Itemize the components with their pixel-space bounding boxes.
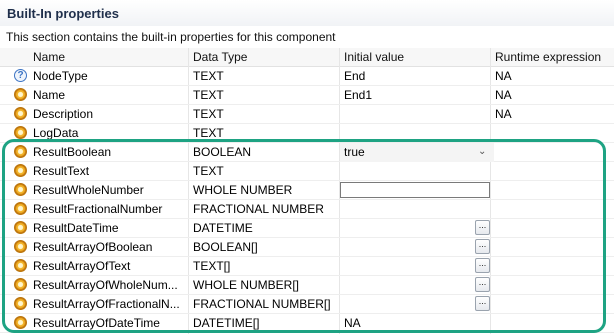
table-row[interactable]: ResultDateTime DATETIME ... xyxy=(0,219,614,238)
gear-icon xyxy=(14,316,27,329)
section-description-text: This section contains the built-in prope… xyxy=(6,30,336,44)
table-row[interactable]: ? NodeType TEXT End NA xyxy=(0,67,614,86)
property-name: ResultText xyxy=(33,164,90,178)
initial-value-dropdown[interactable]: true ⌄ xyxy=(340,143,494,162)
property-type: TEXT xyxy=(193,126,224,140)
table-row[interactable]: LogData TEXT xyxy=(0,124,614,143)
property-name: Description xyxy=(33,107,94,121)
column-header-runtime-expression[interactable]: Runtime expression xyxy=(495,50,601,64)
table-row[interactable]: Description TEXT NA xyxy=(0,105,614,124)
property-type: WHOLE NUMBER[] xyxy=(193,278,300,292)
property-runtime-expression[interactable]: NA xyxy=(495,69,605,83)
column-header-name[interactable]: Name xyxy=(33,50,65,64)
table-row[interactable]: ResultBoolean BOOLEAN true ⌄ xyxy=(0,143,614,162)
gear-icon xyxy=(14,126,27,139)
property-runtime-expression[interactable]: NA xyxy=(495,107,605,121)
property-name: ResultBoolean xyxy=(33,145,112,159)
table-row[interactable]: ResultText TEXT xyxy=(0,162,614,181)
property-name: ResultArrayOfDateTime xyxy=(33,316,160,330)
section-title: Built-In properties xyxy=(0,0,614,26)
gear-icon xyxy=(14,240,27,253)
property-name: ResultArrayOfBoolean xyxy=(33,240,153,254)
gear-icon xyxy=(14,221,27,234)
property-type: FRACTIONAL NUMBER xyxy=(193,202,324,216)
property-name: Name xyxy=(33,88,66,102)
gear-icon xyxy=(14,183,27,196)
gear-icon xyxy=(14,259,27,272)
property-name: LogData xyxy=(33,126,79,140)
property-type: BOOLEAN[] xyxy=(193,240,258,254)
ellipsis-button[interactable]: ... xyxy=(475,277,490,292)
property-name: ResultArrayOfWholeNum... xyxy=(33,278,178,292)
property-type: TEXT xyxy=(193,88,224,102)
gear-icon xyxy=(14,145,27,158)
gear-icon xyxy=(14,278,27,291)
gear-icon xyxy=(14,88,27,101)
property-name: ResultWholeNumber xyxy=(33,183,144,197)
table-row[interactable]: ResultArrayOfFractionalN... FRACTIONAL N… xyxy=(0,295,614,314)
property-type: WHOLE NUMBER xyxy=(193,183,293,197)
table-row[interactable]: Name TEXT End1 NA xyxy=(0,86,614,105)
column-header-data-type[interactable]: Data Type xyxy=(193,50,247,64)
property-name: ResultDateTime xyxy=(33,221,119,235)
property-type: TEXT[] xyxy=(193,259,231,273)
help-icon: ? xyxy=(14,69,27,82)
initial-value-input[interactable] xyxy=(340,182,490,198)
properties-table: Name Data Type Initial value Runtime exp… xyxy=(0,48,614,334)
section-description[interactable]: This section contains the built-in prope… xyxy=(0,28,614,46)
property-type: TEXT xyxy=(193,164,224,178)
property-type: TEXT xyxy=(193,69,224,83)
table-row[interactable]: ResultArrayOfText TEXT[] ... xyxy=(0,257,614,276)
property-type: BOOLEAN xyxy=(193,145,252,159)
table-row[interactable]: ResultFractionalNumber FRACTIONAL NUMBER xyxy=(0,200,614,219)
property-type: DATETIME[] xyxy=(193,316,260,330)
property-type: TEXT xyxy=(193,107,224,121)
property-type: DATETIME xyxy=(193,221,253,235)
property-name: NodeType xyxy=(33,69,88,83)
table-row[interactable]: ResultArrayOfDateTime DATETIME[] NA xyxy=(0,314,614,333)
table-header: Name Data Type Initial value Runtime exp… xyxy=(0,48,614,67)
table-row[interactable]: ResultWholeNumber WHOLE NUMBER xyxy=(0,181,614,200)
property-runtime-expression[interactable]: NA xyxy=(495,88,605,102)
property-initial-value[interactable]: NA xyxy=(344,316,484,330)
property-name: ResultArrayOfFractionalN... xyxy=(33,297,180,311)
property-name: ResultFractionalNumber xyxy=(33,202,163,216)
gear-icon xyxy=(14,107,27,120)
gear-icon xyxy=(14,202,27,215)
property-type: FRACTIONAL NUMBER[] xyxy=(193,297,331,311)
ellipsis-button[interactable]: ... xyxy=(475,296,490,311)
dropdown-selected-value: true xyxy=(344,145,365,159)
ellipsis-button[interactable]: ... xyxy=(475,220,490,235)
ellipsis-button[interactable]: ... xyxy=(475,258,490,273)
table-row[interactable]: ResultArrayOfWholeNum... WHOLE NUMBER[] … xyxy=(0,276,614,295)
ellipsis-button[interactable]: ... xyxy=(475,239,490,254)
property-initial-value[interactable]: End1 xyxy=(344,88,484,102)
property-name: ResultArrayOfText xyxy=(33,259,131,273)
property-initial-value[interactable]: End xyxy=(344,69,484,83)
gear-icon xyxy=(14,297,27,310)
column-header-initial-value[interactable]: Initial value xyxy=(344,50,404,64)
table-row[interactable]: ResultArrayOfBoolean BOOLEAN[] ... xyxy=(0,238,614,257)
gear-icon xyxy=(14,164,27,177)
chevron-down-icon[interactable]: ⌄ xyxy=(478,146,486,157)
